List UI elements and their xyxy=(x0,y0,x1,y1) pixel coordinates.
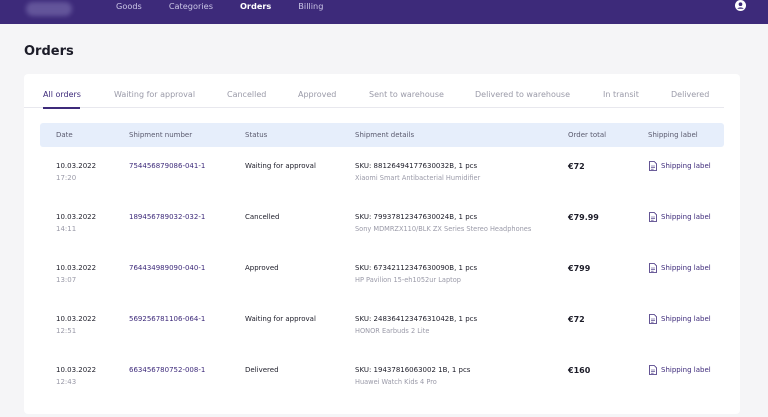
nav-item-goods[interactable]: Goods xyxy=(116,1,142,11)
order-time: 13:07 xyxy=(56,276,77,284)
sku-text: SKU: 24836412347631042B, 1 pcs xyxy=(355,315,478,323)
shipping-label-text: Shipping label xyxy=(661,366,711,374)
top-nav-bar: Goods Categories Orders Billing xyxy=(0,0,768,24)
active-tab-indicator xyxy=(43,107,80,109)
order-date: 10.03.2022 xyxy=(56,264,97,272)
column-header-shipping-label[interactable]: Shipping label xyxy=(648,131,698,139)
sku-text: SKU: 67342112347630090B, 1 pcs xyxy=(355,264,478,272)
user-circle-icon[interactable] xyxy=(735,0,746,11)
order-total: €72 xyxy=(568,162,585,171)
table-row[interactable]: 10.03.2022 12:43 663456780752-008-1 Deli… xyxy=(40,365,724,417)
shipping-label-text: Shipping label xyxy=(661,213,711,221)
shipping-label-link[interactable]: Shipping label xyxy=(649,314,711,324)
order-time: 17:20 xyxy=(56,174,77,182)
order-date: 10.03.2022 xyxy=(56,213,97,221)
column-header-shipment-details[interactable]: Shipment details xyxy=(355,131,414,139)
order-time: 14:11 xyxy=(56,225,77,233)
tab-all-orders[interactable]: All orders xyxy=(43,90,81,99)
product-name: Sony MDMRZX110/BLK ZX Series Stereo Head… xyxy=(355,225,532,233)
sku-text: SKU: 88126494177630032B, 1 pcs xyxy=(355,162,478,170)
product-name: Huawei Watch Kids 4 Pro xyxy=(355,378,437,386)
nav-item-billing[interactable]: Billing xyxy=(298,1,323,11)
tab-in-transit[interactable]: In transit xyxy=(603,90,639,99)
shipping-label-text: Shipping label xyxy=(661,264,711,272)
document-icon xyxy=(649,314,657,324)
order-date: 10.03.2022 xyxy=(56,162,97,170)
product-name: HP Pavilion 15-eh1052ur Laptop xyxy=(355,276,461,284)
shipping-label-text: Shipping label xyxy=(661,315,711,323)
table-row[interactable]: 10.03.2022 17:20 754456879086-041-1 Wait… xyxy=(40,161,724,213)
shipping-label-text: Shipping label xyxy=(661,162,711,170)
order-status: Cancelled xyxy=(245,213,280,221)
order-time: 12:43 xyxy=(56,378,77,386)
order-status: Waiting for approval xyxy=(245,315,316,323)
page-title: Orders xyxy=(24,44,74,59)
sku-text: SKU: 19437816063002 1B, 1 pcs xyxy=(355,366,471,374)
shipment-number-link[interactable]: 754456879086-041-1 xyxy=(129,162,205,170)
product-name: Xiaomi Smart Antibacterial Humidifier xyxy=(355,174,481,182)
tab-sent-to-warehouse[interactable]: Sent to warehouse xyxy=(369,90,444,99)
shipment-number-link[interactable]: 764434989090-040-1 xyxy=(129,264,205,272)
shipping-label-link[interactable]: Shipping label xyxy=(649,212,711,222)
column-header-order-total[interactable]: Order total xyxy=(568,131,606,139)
tab-delivered-to-warehouse[interactable]: Delivered to warehouse xyxy=(475,90,570,99)
shipment-number-link[interactable]: 569256781106-064-1 xyxy=(129,315,205,323)
column-header-date[interactable]: Date xyxy=(56,131,73,139)
tab-cancelled[interactable]: Cancelled xyxy=(227,90,266,99)
order-total: €79.99 xyxy=(568,213,599,222)
tab-waiting-for-approval[interactable]: Waiting for approval xyxy=(114,90,195,99)
logo[interactable] xyxy=(26,2,72,16)
tab-delivered[interactable]: Delivered xyxy=(671,90,709,99)
table-row[interactable]: 10.03.2022 13:07 764434989090-040-1 Appr… xyxy=(40,263,724,315)
document-icon xyxy=(649,263,657,273)
nav-item-categories[interactable]: Categories xyxy=(169,1,213,11)
product-name: HONOR Earbuds 2 Lite xyxy=(355,327,430,335)
order-total: €160 xyxy=(568,366,591,375)
table-header: Date Shipment number Status Shipment det… xyxy=(40,123,724,147)
shipment-number-link[interactable]: 663456780752-008-1 xyxy=(129,366,205,374)
order-status: Approved xyxy=(245,264,279,272)
order-status: Delivered xyxy=(245,366,279,374)
column-header-status[interactable]: Status xyxy=(245,131,267,139)
status-tabs: All orders Waiting for approval Cancelle… xyxy=(24,90,724,108)
shipment-number-link[interactable]: 189456789032-032-1 xyxy=(129,213,205,221)
shipping-label-link[interactable]: Shipping label xyxy=(649,161,711,171)
order-time: 12:51 xyxy=(56,327,77,335)
order-status: Waiting for approval xyxy=(245,162,316,170)
shipping-label-link[interactable]: Shipping label xyxy=(649,365,711,375)
table-row[interactable]: 10.03.2022 12:51 569256781106-064-1 Wait… xyxy=(40,314,724,366)
orders-card: All orders Waiting for approval Cancelle… xyxy=(24,74,740,414)
main-nav: Goods Categories Orders Billing xyxy=(116,0,350,12)
table-row[interactable]: 10.03.2022 14:11 189456789032-032-1 Canc… xyxy=(40,212,724,264)
order-date: 10.03.2022 xyxy=(56,315,97,323)
tab-approved[interactable]: Approved xyxy=(298,90,336,99)
sku-text: SKU: 79937812347630024B, 1 pcs xyxy=(355,213,478,221)
order-total: €72 xyxy=(568,315,585,324)
shipping-label-link[interactable]: Shipping label xyxy=(649,263,711,273)
document-icon xyxy=(649,161,657,171)
document-icon xyxy=(649,212,657,222)
document-icon xyxy=(649,365,657,375)
order-total: €799 xyxy=(568,264,591,273)
nav-item-orders[interactable]: Orders xyxy=(240,1,271,11)
order-date: 10.03.2022 xyxy=(56,366,97,374)
column-header-shipment-number[interactable]: Shipment number xyxy=(129,131,192,139)
